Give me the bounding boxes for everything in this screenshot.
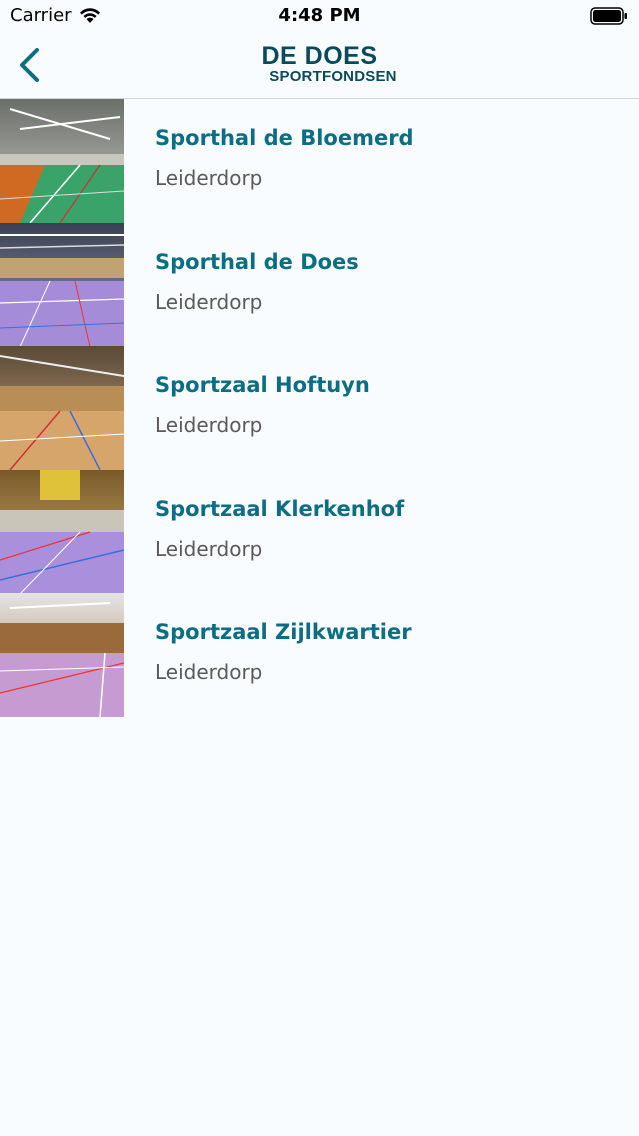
venue-photo [0, 99, 124, 223]
venue-city: Leiderdorp [155, 536, 263, 561]
venue-list: Sporthal de Bloemerd Leiderdorp Sporthal… [0, 99, 639, 718]
venue-city: Leiderdorp [155, 413, 263, 438]
list-item[interactable]: Sporthal de Bloemerd Leiderdorp [0, 99, 639, 223]
status-bar: Carrier 4:48 PM [0, 0, 639, 34]
logo-line1: DE DOES [261, 42, 378, 70]
list-item[interactable]: Sportzaal Klerkenhof Leiderdorp [0, 469, 639, 594]
venue-photo [0, 346, 124, 471]
venue-name: Sporthal de Does [155, 249, 359, 274]
navigation-bar: DE DOES SPORTFONDSEN [0, 34, 639, 99]
venue-name: Sporthal de Bloemerd [155, 126, 414, 150]
battery-icon [590, 7, 627, 25]
venue-city: Leiderdorp [155, 289, 263, 314]
list-item[interactable]: Sportzaal Hoftuyn Leiderdorp [0, 346, 639, 471]
list-item[interactable]: Sporthal de Does Leiderdorp [0, 222, 639, 347]
venue-name: Sportzaal Hoftuyn [155, 373, 370, 398]
venue-photo [0, 222, 124, 347]
venue-name: Sportzaal Klerkenhof [155, 496, 405, 521]
venue-city: Leiderdorp [155, 166, 263, 190]
logo-line2: SPORTFONDSEN [269, 68, 397, 85]
venue-photo [0, 593, 124, 718]
clock: 4:48 PM [278, 5, 361, 26]
venue-name: Sportzaal Zijlkwartier [155, 620, 412, 645]
list-item[interactable]: Sportzaal Zijlkwartier Leiderdorp [0, 593, 639, 718]
venue-photo [0, 469, 124, 594]
logo: DE DOES SPORTFONDSEN [0, 43, 639, 85]
venue-city: Leiderdorp [155, 660, 263, 685]
